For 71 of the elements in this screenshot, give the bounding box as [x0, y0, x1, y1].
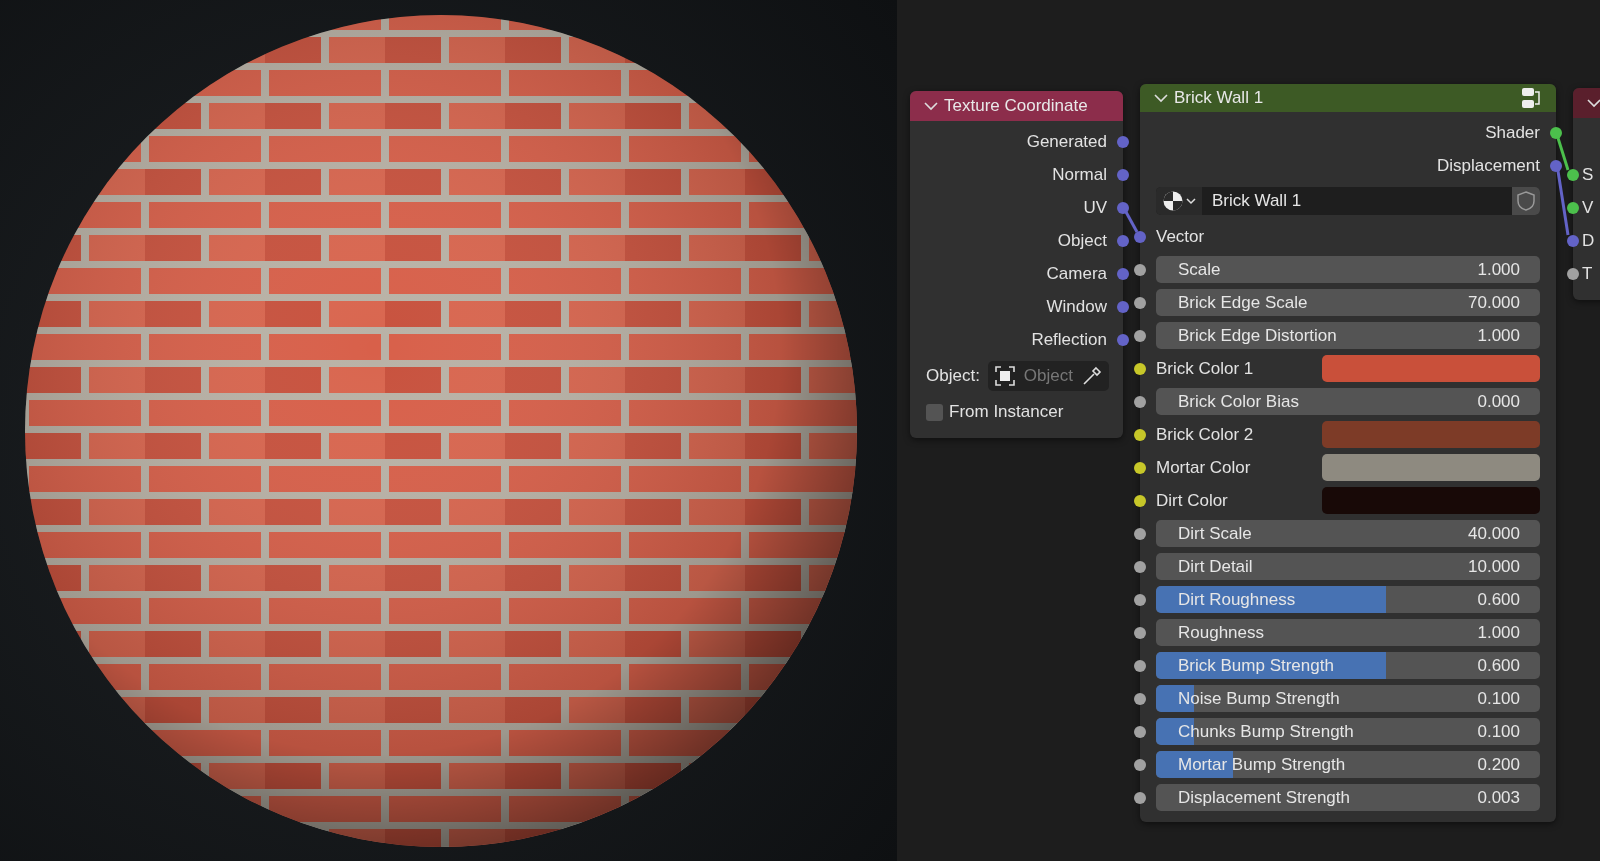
- socket[interactable]: [1134, 329, 1146, 342]
- number-field[interactable]: Roughness 1.000: [1156, 619, 1540, 646]
- input-label: V: [1582, 197, 1594, 218]
- socket[interactable]: [1134, 692, 1146, 705]
- datablock-field[interactable]: Brick Wall 1: [1156, 187, 1540, 215]
- socket[interactable]: [1567, 168, 1579, 181]
- output-label: Reflection: [1031, 329, 1107, 350]
- socket[interactable]: [1134, 791, 1146, 804]
- output-label: Normal: [1052, 164, 1107, 185]
- slider-field[interactable]: Mortar Bump Strength 0.200: [1156, 751, 1540, 778]
- output-label: Object: [1057, 230, 1107, 251]
- color-swatch[interactable]: [1322, 355, 1540, 382]
- socket[interactable]: [1134, 725, 1146, 738]
- color-swatch[interactable]: [1322, 454, 1540, 481]
- socket[interactable]: [1134, 593, 1146, 606]
- input-label: D: [1582, 230, 1595, 251]
- number-field[interactable]: Dirt Scale 40.000: [1156, 520, 1540, 547]
- output-label: Camera: [1046, 263, 1107, 284]
- input-label: S: [1582, 164, 1594, 185]
- node-wire: [1124, 211, 1139, 233]
- slider-field[interactable]: Dirt Roughness 0.600: [1156, 586, 1540, 613]
- number-field[interactable]: Scale 1.000: [1156, 256, 1540, 283]
- number-field[interactable]: Displacement Strength 0.003: [1156, 784, 1540, 811]
- eyedropper-icon[interactable]: [1081, 365, 1103, 387]
- output-label: Window: [1046, 296, 1107, 317]
- input-label: Vector: [1156, 226, 1205, 247]
- node-title: Texture Coordinate: [944, 96, 1089, 116]
- field-label: Object:: [926, 366, 980, 386]
- socket[interactable]: [1134, 560, 1146, 573]
- output-label: Shader: [1485, 122, 1540, 143]
- input-label: Mortar Color: [1156, 457, 1251, 478]
- input-label: Brick Color 2: [1156, 424, 1254, 445]
- socket[interactable]: [1134, 626, 1146, 639]
- socket[interactable]: [1134, 395, 1146, 408]
- color-swatch[interactable]: [1322, 421, 1540, 448]
- socket[interactable]: [1567, 201, 1579, 214]
- fake-user-button[interactable]: [1512, 187, 1540, 215]
- node-title: Brick Wall 1: [1174, 88, 1265, 108]
- object-field[interactable]: Object: [987, 361, 1109, 391]
- input-label: Dirt Color: [1156, 490, 1228, 511]
- chevron-icon[interactable]: [1154, 93, 1168, 103]
- socket[interactable]: [1134, 758, 1146, 771]
- socket[interactable]: [1134, 263, 1146, 276]
- socket[interactable]: [1550, 126, 1562, 139]
- number-field[interactable]: Brick Edge Distortion 1.000: [1156, 322, 1540, 349]
- slider-field[interactable]: Brick Bump Strength 0.600: [1156, 652, 1540, 679]
- number-field[interactable]: Brick Color Bias 0.000: [1156, 388, 1540, 415]
- color-swatch[interactable]: [1322, 487, 1540, 514]
- input-label: T: [1582, 263, 1593, 284]
- chevron-icon[interactable]: [924, 101, 938, 111]
- output-label: Displacement: [1437, 155, 1540, 176]
- socket[interactable]: [1134, 296, 1146, 309]
- checkbox[interactable]: [926, 403, 943, 421]
- number-field[interactable]: Dirt Detail 10.000: [1156, 553, 1540, 580]
- socket[interactable]: [1134, 428, 1146, 441]
- input-label: Brick Color 1: [1156, 358, 1254, 379]
- output-label: UV: [1083, 197, 1107, 218]
- socket[interactable]: [1134, 461, 1146, 474]
- socket[interactable]: [1134, 362, 1146, 375]
- socket[interactable]: [1134, 494, 1146, 507]
- number-field[interactable]: Brick Edge Scale 70.000: [1156, 289, 1540, 316]
- checkbox-label: From Instancer: [949, 402, 1064, 422]
- socket[interactable]: [1134, 659, 1146, 672]
- chevron-icon[interactable]: [1587, 98, 1600, 108]
- caret-icon: [1186, 197, 1196, 205]
- shield-icon: [1516, 190, 1536, 212]
- socket[interactable]: [1567, 267, 1579, 280]
- object-icon: [993, 365, 1016, 387]
- material-ball-icon: [1162, 190, 1184, 212]
- output-label: Generated: [1026, 131, 1107, 152]
- socket[interactable]: [1134, 527, 1146, 540]
